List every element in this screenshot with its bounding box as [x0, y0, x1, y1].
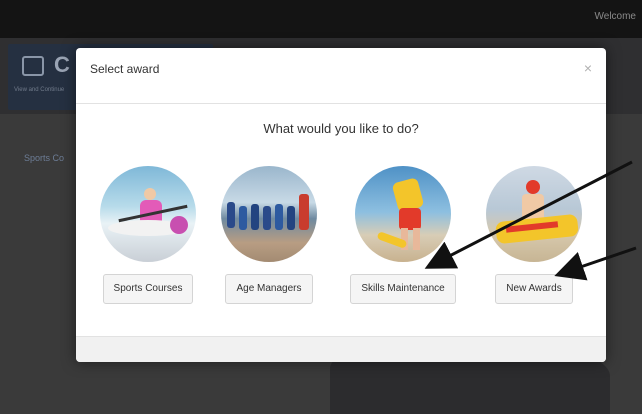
arrow-to-new-awards [554, 246, 637, 281]
annotation-arrows [424, 160, 637, 281]
arrow-to-skills-maintenance [424, 160, 633, 269]
